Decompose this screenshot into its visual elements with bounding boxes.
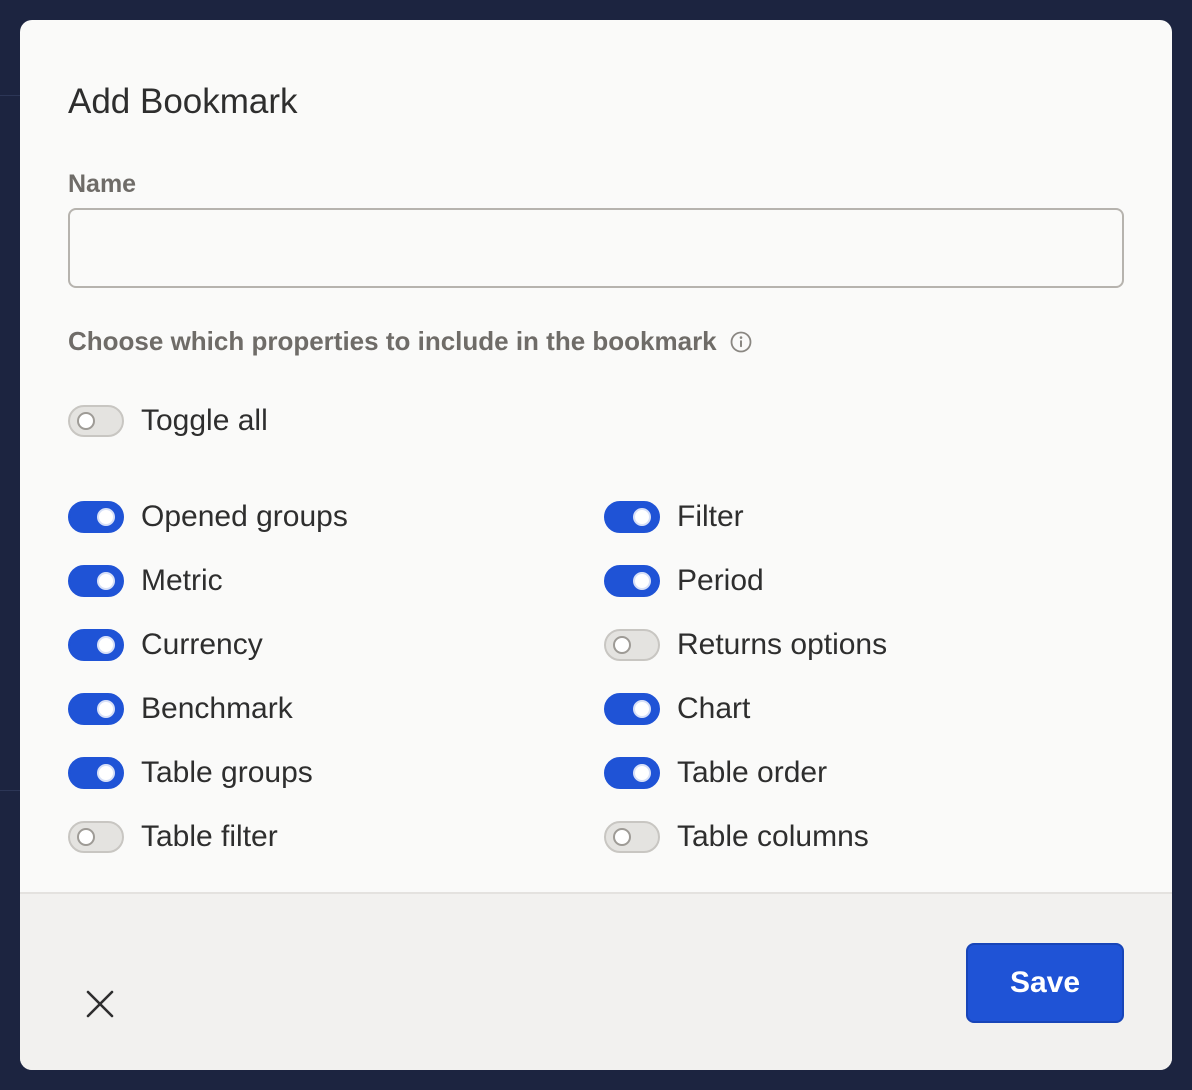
toggle-switch-table-columns[interactable] <box>604 821 660 853</box>
toggle-switch-metric[interactable] <box>68 565 124 597</box>
toggle-row-table-groups[interactable]: Table groups <box>68 753 313 793</box>
save-button[interactable]: Save <box>966 943 1124 1023</box>
toggle-switch-chart[interactable] <box>604 693 660 725</box>
toggle-label: Table columns <box>677 820 869 853</box>
switch-knob <box>97 508 115 526</box>
toggle-switch-benchmark[interactable] <box>68 693 124 725</box>
dialog-footer: Save <box>20 892 1172 1070</box>
toggle-label: Currency <box>141 628 263 661</box>
toggle-label: Metric <box>141 564 223 597</box>
toggle-row-table-columns[interactable]: Table columns <box>604 817 869 857</box>
switch-knob <box>97 700 115 718</box>
toggle-label: Table groups <box>141 756 313 789</box>
info-icon[interactable] <box>729 330 753 354</box>
switch-knob <box>613 828 631 846</box>
toggle-label: Table filter <box>141 820 278 853</box>
toggle-label: Benchmark <box>141 692 293 725</box>
switch-knob <box>633 764 651 782</box>
switch-knob <box>97 636 115 654</box>
toggle-switch-filter[interactable] <box>604 501 660 533</box>
toggle-switch-table-order[interactable] <box>604 757 660 789</box>
toggle-switch-table-filter[interactable] <box>68 821 124 853</box>
name-input[interactable] <box>68 208 1124 288</box>
background-divider <box>0 95 20 96</box>
toggle-label: Filter <box>677 500 744 533</box>
toggle-row-metric[interactable]: Metric <box>68 561 223 601</box>
toggle-row-filter[interactable]: Filter <box>604 497 744 537</box>
toggle-label: Opened groups <box>141 500 348 533</box>
toggle-row-benchmark[interactable]: Benchmark <box>68 689 293 729</box>
toggle-all-row[interactable]: Toggle all <box>68 401 268 441</box>
switch-knob <box>77 828 95 846</box>
toggle-label: Table order <box>677 756 828 789</box>
toggle-all-switch[interactable] <box>68 405 124 437</box>
toggle-switch-currency[interactable] <box>68 629 124 661</box>
toggle-switch-opened-groups[interactable] <box>68 501 124 533</box>
switch-knob <box>633 572 651 590</box>
toggle-row-currency[interactable]: Currency <box>68 625 263 665</box>
toggle-switch-returns-options[interactable] <box>604 629 660 661</box>
toggle-row-chart[interactable]: Chart <box>604 689 750 729</box>
switch-knob <box>77 412 95 430</box>
switch-knob <box>633 508 651 526</box>
toggle-label: Chart <box>677 692 751 725</box>
background-divider <box>0 790 20 791</box>
toggle-row-table-order[interactable]: Table order <box>604 753 827 793</box>
add-bookmark-dialog: Add Bookmark Name Choose which propertie… <box>20 20 1172 1070</box>
toggle-row-returns-options[interactable]: Returns options <box>604 625 887 665</box>
toggle-switch-period[interactable] <box>604 565 660 597</box>
close-icon <box>86 990 114 1018</box>
name-label: Name <box>68 170 137 198</box>
switch-knob <box>633 700 651 718</box>
toggle-label: Period <box>677 564 764 597</box>
toggle-label: Returns options <box>677 628 888 661</box>
switch-knob <box>97 764 115 782</box>
toggle-row-opened-groups[interactable]: Opened groups <box>68 497 348 537</box>
dialog-title: Add Bookmark <box>68 82 298 121</box>
toggle-row-period[interactable]: Period <box>604 561 764 601</box>
toggle-row-table-filter[interactable]: Table filter <box>68 817 278 857</box>
properties-label: Choose which properties to include in th… <box>68 326 753 357</box>
toggle-all-label: Toggle all <box>141 404 268 437</box>
toggle-switch-table-groups[interactable] <box>68 757 124 789</box>
properties-label-text: Choose which properties to include in th… <box>68 326 717 356</box>
switch-knob <box>97 572 115 590</box>
switch-knob <box>613 636 631 654</box>
close-button[interactable] <box>80 984 120 1024</box>
